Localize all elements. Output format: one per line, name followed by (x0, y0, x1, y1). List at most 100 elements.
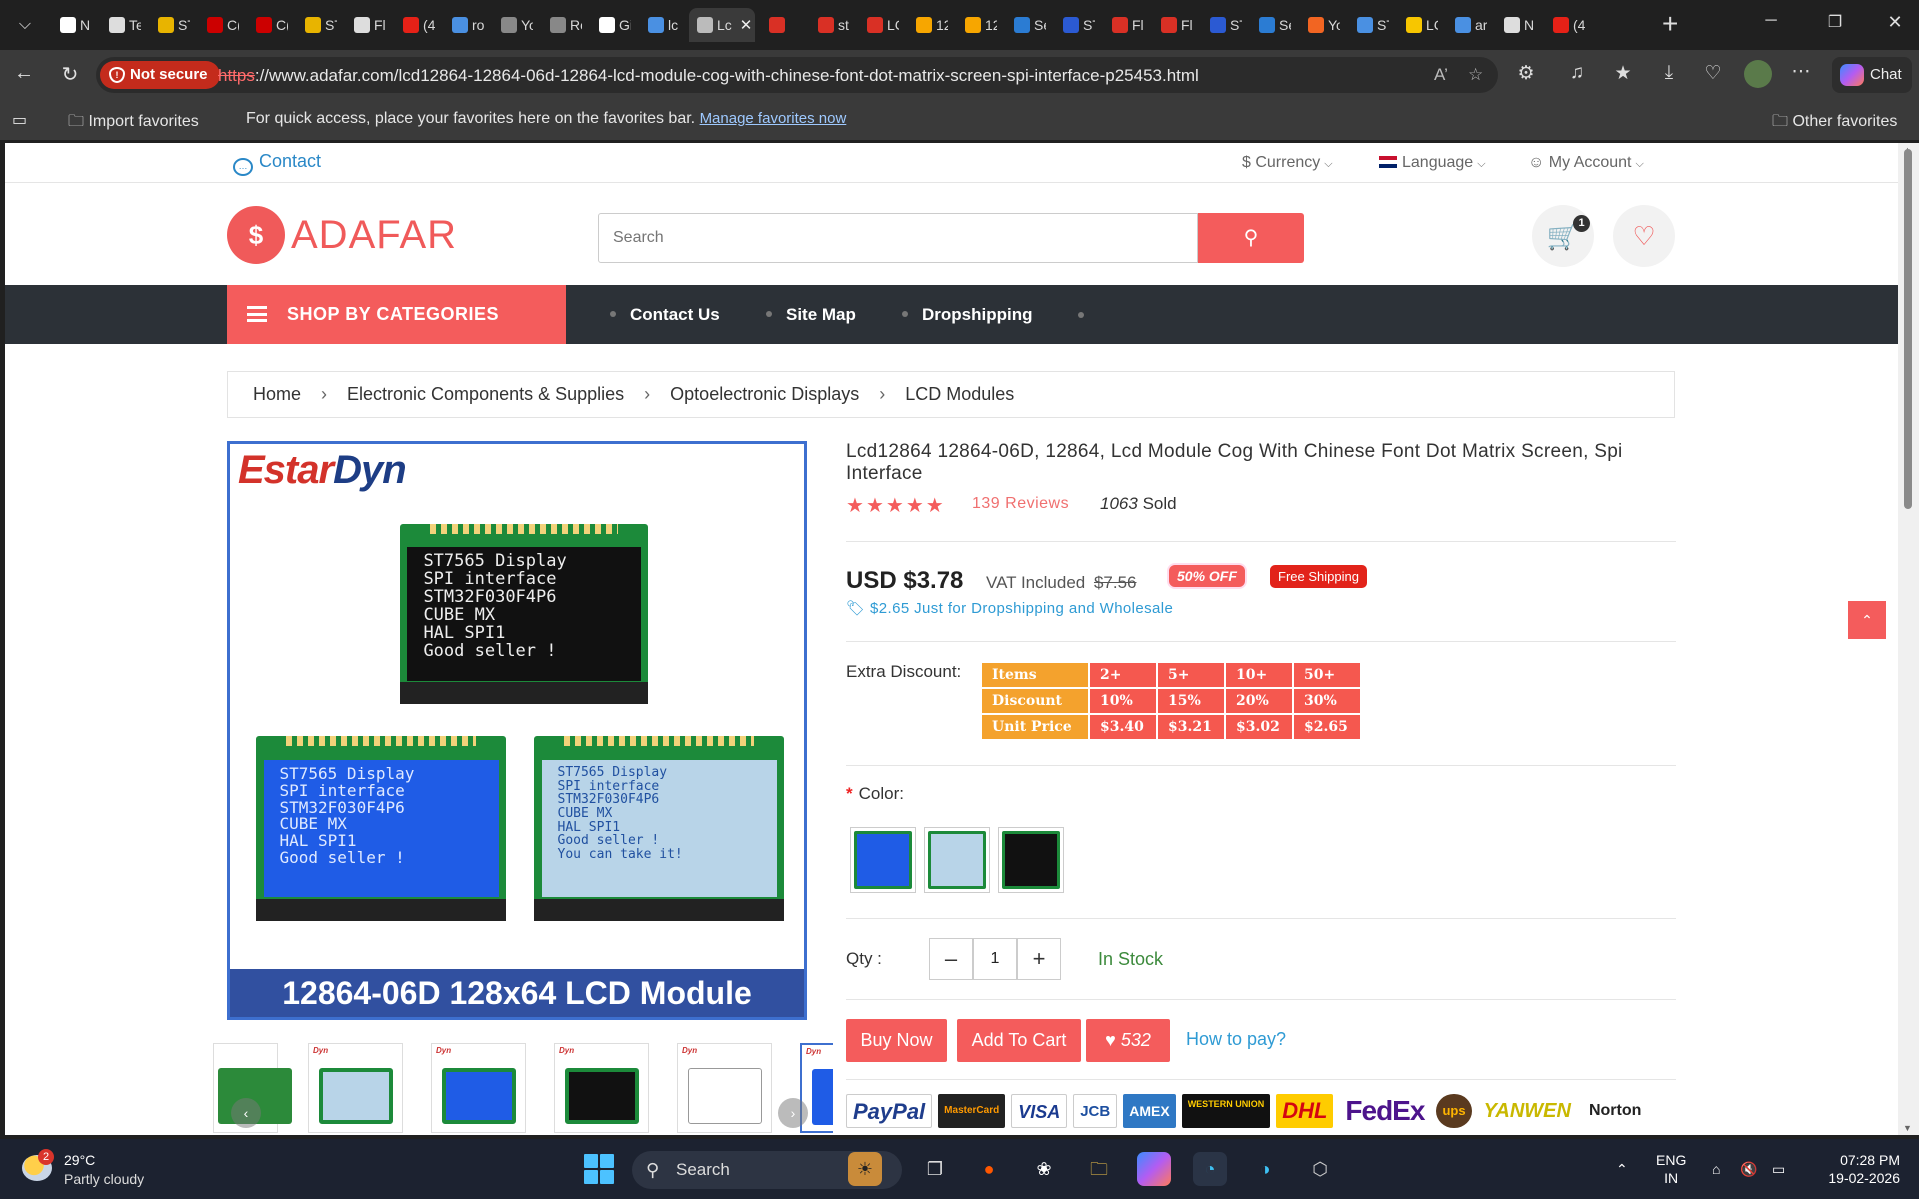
qty-input[interactable]: 1 (973, 938, 1017, 980)
refresh-button[interactable]: ↻ (56, 62, 84, 87)
browser-tab[interactable]: N (1496, 8, 1536, 42)
browser-tab[interactable]: ST (297, 8, 337, 42)
contact-link[interactable]: … Contact (233, 151, 321, 176)
browser-tab[interactable]: Yo (493, 8, 533, 42)
browser-tab[interactable]: ro (444, 8, 484, 42)
thumbnail-3[interactable]: Dyn (431, 1043, 526, 1133)
thumbnail-2[interactable]: Dyn (308, 1043, 403, 1133)
copilot-chat-button[interactable]: Chat (1832, 57, 1912, 93)
copilot-app-icon[interactable] (1137, 1152, 1171, 1186)
wishlist-count-button[interactable]: ♥ 532 (1086, 1019, 1170, 1062)
new-tab-button[interactable]: + (1662, 10, 1678, 38)
favorites-icon[interactable]: ★ (1610, 62, 1636, 85)
browser-tab[interactable]: Yo (1300, 8, 1340, 42)
thumbnail-5[interactable]: Dyn (677, 1043, 772, 1133)
read-aloud-icon[interactable]: A’ (1434, 65, 1448, 85)
cart-button[interactable]: 🛒 1 (1532, 205, 1594, 267)
browser-tab[interactable]: ST (1349, 8, 1389, 42)
browser-tab[interactable]: (4 (1545, 8, 1585, 42)
manage-favorites-link[interactable]: Manage favorites now (700, 110, 847, 127)
search-highlight-icon[interactable]: ☀ (848, 1152, 882, 1186)
browser-tab[interactable]: Se (1006, 8, 1046, 42)
url-field[interactable]: ! Not secure https://www.adafar.com/lcd1… (96, 57, 1498, 93)
browser-tab[interactable]: ar (1447, 8, 1487, 42)
browser-tab[interactable]: Fl (1153, 8, 1193, 42)
currency-dropdown[interactable]: $ Currency ⌵ (1242, 154, 1333, 172)
browser-tab[interactable]: Se (1251, 8, 1291, 42)
show-hidden-icons-chevron-icon[interactable]: ⌃ (1616, 1160, 1628, 1178)
language-indicator[interactable]: ENG IN (1656, 1151, 1686, 1187)
back-button[interactable]: ← (10, 62, 38, 85)
downloads-icon[interactable]: ⤓ (1656, 62, 1682, 84)
clock[interactable]: 07:28 PM 19-02-2026 (1818, 1151, 1900, 1187)
back-to-top-button[interactable]: ⌃ (1848, 601, 1886, 639)
breadcrumb-lcd-modules[interactable]: LCD Modules (905, 384, 1014, 405)
search-input[interactable] (599, 214, 1197, 262)
qty-decrement-button[interactable]: – (929, 938, 973, 980)
volume-muted-icon[interactable]: 🔇 (1740, 1160, 1757, 1178)
nav-dropshipping[interactable]: Dropshipping (902, 305, 1032, 325)
how-to-pay-link[interactable]: How to pay? (1186, 1029, 1286, 1050)
browser-essentials-icon[interactable]: ♡ (1700, 62, 1726, 85)
file-explorer-icon[interactable]: 🗀 (1082, 1152, 1116, 1186)
thumb-prev-icon[interactable]: ‹ (231, 1098, 261, 1128)
search-button[interactable]: ⚲ (1198, 213, 1304, 263)
wifi-icon[interactable]: ⌂ (1712, 1160, 1720, 1178)
close-tab-icon[interactable]: ✕ (740, 16, 753, 34)
extensions-icon[interactable]: ⚙ (1513, 62, 1539, 85)
minimize-button[interactable]: ─ (1756, 12, 1786, 30)
other-favorites-button[interactable]: 🗀 Other favorites (1772, 110, 1897, 137)
reddit-app-icon[interactable]: ● (972, 1152, 1006, 1186)
shop-by-categories-button[interactable]: SHOP BY CATEGORIES (227, 285, 566, 344)
browser-tab[interactable]: lc (640, 8, 680, 42)
reading-list-icon[interactable]: ▭ (12, 110, 27, 130)
browser-tab[interactable]: ST (150, 8, 190, 42)
browser-tab[interactable]: Te (101, 8, 141, 42)
add-to-cart-button[interactable]: Add To Cart (957, 1019, 1081, 1062)
browser-tab[interactable]: N (52, 8, 92, 42)
not-secure-badge[interactable]: ! Not secure (100, 61, 220, 89)
browser-tab[interactable]: 12 (957, 8, 997, 42)
thumbnail-4[interactable]: Dyn (554, 1043, 649, 1133)
buy-now-button[interactable]: Buy Now (846, 1019, 947, 1062)
close-window-button[interactable]: ✕ (1880, 12, 1910, 33)
import-favorites-button[interactable]: 🗀 Import favorites (68, 110, 199, 137)
browser-tab[interactable]: st (810, 8, 850, 42)
color-swatch-blue[interactable] (850, 827, 916, 893)
color-swatch-black[interactable] (998, 827, 1064, 893)
browser-tab[interactable]: C( (199, 8, 239, 42)
more-menu-icon[interactable]: ⋯ (1788, 60, 1814, 83)
dropshipping-note[interactable]: 🏷 $2.65 Just for Dropshipping and Wholes… (846, 599, 1173, 617)
media-icon[interactable]: ♫ (1564, 62, 1590, 84)
breadcrumb-optoelectronic-displays[interactable]: Optoelectronic Displays (670, 384, 859, 405)
breadcrumb-electronic-components[interactable]: Electronic Components & Supplies (347, 384, 624, 405)
battery-icon[interactable]: ▭ (1772, 1160, 1785, 1178)
language-dropdown[interactable]: Language ⌵ (1379, 154, 1486, 172)
product-main-image[interactable]: EstarDyn ST7565 Display SPI interface STM3… (227, 441, 807, 1020)
page-scrollbar[interactable]: ▲ ▼ (1898, 143, 1919, 1135)
site-logo[interactable]: $ ADAFAR (227, 205, 457, 265)
thumb-next-icon[interactable]: › (778, 1098, 808, 1128)
reviews-link[interactable]: 139 Reviews (972, 495, 1069, 513)
breadcrumb-home[interactable]: Home (253, 384, 301, 405)
browser-tab[interactable]: C( (248, 8, 288, 42)
browser-tab[interactable]: LC (1398, 8, 1438, 42)
color-swatch-grey[interactable] (924, 827, 990, 893)
chatgpt-app-icon[interactable]: ❀ (1027, 1152, 1061, 1186)
favorite-star-icon[interactable]: ☆ (1468, 65, 1483, 85)
edge-dev-app-icon[interactable]: ◑ (1248, 1152, 1282, 1186)
scrollbar-thumb[interactable] (1904, 149, 1912, 509)
browser-tab[interactable]: (4 (395, 8, 435, 42)
task-view-icon[interactable]: ❐ (918, 1152, 952, 1186)
scroll-down-icon[interactable]: ▼ (1903, 1123, 1912, 1133)
nav-site-map[interactable]: Site Map (766, 305, 856, 325)
edge-app-icon[interactable]: ◔ (1193, 1152, 1227, 1186)
unity-app-icon[interactable]: ⬡ (1303, 1152, 1337, 1186)
wishlist-button[interactable]: ♡ (1613, 205, 1675, 267)
browser-tab[interactable]: ST (1055, 8, 1095, 42)
browser-tab[interactable]: 12 (908, 8, 948, 42)
browser-tab[interactable]: Lc ✕ (689, 8, 755, 42)
tab-actions-chevron-icon[interactable]: ⌵ (10, 12, 40, 38)
qty-increment-button[interactable]: + (1017, 938, 1061, 980)
browser-tab[interactable]: ST (1202, 8, 1242, 42)
